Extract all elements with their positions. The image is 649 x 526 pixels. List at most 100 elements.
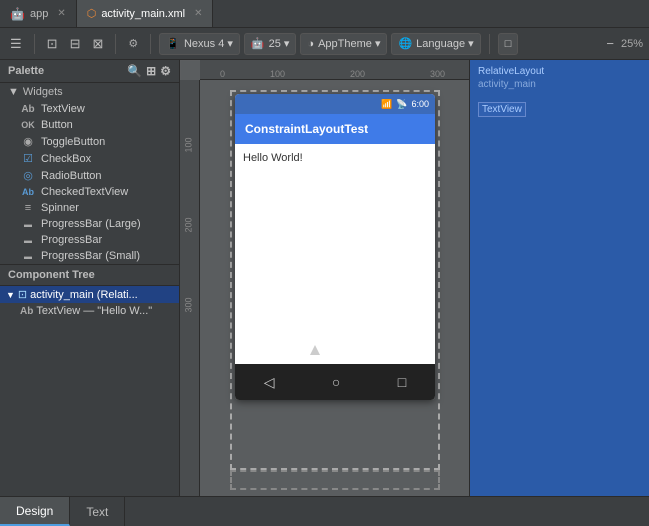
- nav-back-button[interactable]: ◁: [264, 374, 275, 391]
- nav-recent-button[interactable]: □: [398, 374, 406, 390]
- separator-1: [34, 34, 35, 54]
- palette-toggle-button[interactable]: ☰: [6, 34, 26, 54]
- palette-section-label: Widgets: [23, 86, 63, 98]
- main-layout: Palette 🔍 ⊞ ⚙ ▼ Widgets Ab TextView OK B…: [0, 60, 649, 496]
- palette-item-textview[interactable]: Ab TextView: [0, 101, 179, 117]
- palette-item-radiobutton[interactable]: ◎ RadioButton: [0, 167, 179, 184]
- inner-selection: [230, 470, 440, 490]
- palette-sort-icon[interactable]: ⊞: [146, 64, 156, 78]
- palette-item-checkedtextview[interactable]: Ab CheckedTextView: [0, 184, 179, 200]
- tab-text-label: Text: [86, 505, 108, 519]
- phone-mockup: 📶 📡 6:00 ConstraintLayoutTest Hello Worl…: [235, 94, 435, 400]
- device-dropdown[interactable]: 📱 Nexus 4 ▾: [159, 33, 240, 55]
- tab-design-label: Design: [16, 504, 53, 518]
- phone-icon: 📱: [166, 37, 180, 50]
- ruler-tick-left-200: 200: [184, 217, 194, 232]
- right-panel: RelativeLayout activity_main TextView: [469, 60, 649, 496]
- ruler-tick-left-100: 100: [184, 137, 194, 152]
- palette-item-progressbar-label: ProgressBar: [41, 234, 102, 246]
- palette-item-togglebutton[interactable]: ◉ ToggleButton: [0, 133, 179, 150]
- tree-item-activity-label: activity_main (Relati...: [30, 289, 138, 301]
- tab-text[interactable]: Text: [70, 497, 125, 526]
- tree-item-activity-main[interactable]: ▼ ⊡ activity_main (Relati...: [0, 286, 179, 303]
- tab-activity[interactable]: ⬡ activity_main.xml ✕: [77, 0, 214, 27]
- palette-item-checkbox[interactable]: ☑ CheckBox: [0, 150, 179, 167]
- api-dropdown[interactable]: 🤖 25 ▾: [244, 33, 297, 55]
- canvas-content[interactable]: 📶 📡 6:00 ConstraintLayoutTest Hello Worl…: [200, 80, 469, 496]
- screen-icon: □: [505, 38, 512, 50]
- tab-app-close[interactable]: ✕: [57, 8, 65, 19]
- theme-icon: ◑: [307, 38, 314, 50]
- api-label: 25 ▾: [269, 37, 290, 50]
- phone-status-bar: 📶 📡 6:00: [235, 94, 435, 114]
- layout-view-button-3[interactable]: ⊠: [88, 34, 107, 54]
- phone-app-title: ConstraintLayoutTest: [245, 122, 368, 136]
- palette-search-icon[interactable]: 🔍: [127, 64, 142, 78]
- separator-2: [115, 34, 116, 54]
- language-icon: 🌐: [398, 37, 412, 50]
- palette-item-textview-label: TextView: [41, 103, 85, 115]
- constraint-button[interactable]: ⚙: [124, 35, 142, 52]
- section-expand-icon: ▼: [8, 86, 19, 98]
- palette-item-checkedtextview-label: CheckedTextView: [41, 186, 128, 198]
- layout-view-button-1[interactable]: ⊡: [43, 34, 62, 54]
- language-label: Language ▾: [416, 37, 474, 50]
- expand-icon: ▼: [6, 290, 15, 300]
- progressbar-large-icon: ▬: [20, 220, 36, 229]
- checkedtextview-icon: Ab: [20, 187, 36, 197]
- ruler-tick-0: 0: [220, 69, 225, 79]
- component-tree-title: Component Tree: [8, 269, 95, 281]
- tab-activity-label: activity_main.xml: [101, 8, 185, 20]
- tab-app[interactable]: 🤖 app ✕: [0, 0, 77, 27]
- palette-header-icons: 🔍 ⊞ ⚙: [127, 64, 171, 78]
- palette-item-progressbar-large[interactable]: ▬ ProgressBar (Large): [0, 216, 179, 232]
- left-panel: Palette 🔍 ⊞ ⚙ ▼ Widgets Ab TextView OK B…: [0, 60, 180, 496]
- zoom-label: 25%: [621, 38, 643, 50]
- device-label: Nexus 4 ▾: [184, 37, 233, 50]
- canvas-area[interactable]: 0 100 200 300 100 200 300 📶 📡 6:00: [180, 60, 469, 496]
- ruler-tick-100: 100: [270, 69, 285, 79]
- palette-item-spinner[interactable]: ≡ Spinner: [0, 200, 179, 216]
- palette-header: Palette 🔍 ⊞ ⚙: [0, 60, 179, 83]
- palette-item-togglebutton-label: ToggleButton: [41, 136, 105, 148]
- tab-activity-close[interactable]: ✕: [194, 8, 202, 19]
- palette-item-button-label: Button: [41, 119, 73, 131]
- component-tree-header: Component Tree: [0, 264, 179, 286]
- progressbar-icon: ▬: [20, 236, 36, 245]
- palette-item-button[interactable]: OK Button: [0, 117, 179, 133]
- tab-bar: 🤖 app ✕ ⬡ activity_main.xml ✕: [0, 0, 649, 28]
- phone-hello-world: Hello World!: [243, 152, 303, 164]
- wifi-icon: 📶: [381, 99, 392, 110]
- nav-home-button[interactable]: ○: [332, 374, 340, 390]
- android-icon: 🤖: [10, 7, 25, 21]
- palette-item-radiobutton-label: RadioButton: [41, 170, 102, 182]
- language-dropdown[interactable]: 🌐 Language ▾: [391, 33, 480, 55]
- phone-app-bar: ConstraintLayoutTest: [235, 114, 435, 144]
- toolbar: ☰ ⊡ ⊟ ⊠ ⚙ 📱 Nexus 4 ▾ 🤖 25 ▾ ◑ AppTheme …: [0, 28, 649, 60]
- palette-title: Palette: [8, 65, 44, 77]
- bottom-tabs: Design Text: [0, 496, 649, 526]
- theme-dropdown[interactable]: ◑ AppTheme ▾: [300, 33, 387, 55]
- palette-item-checkbox-label: CheckBox: [41, 153, 91, 165]
- tree-item-textview-icon: Ab: [20, 306, 33, 317]
- phone-content[interactable]: Hello World!: [235, 144, 435, 364]
- tab-design[interactable]: Design: [0, 497, 70, 526]
- ruler-tick-left-300: 300: [184, 297, 194, 312]
- checkbox-icon: ☑: [20, 152, 36, 165]
- tree-item-textview[interactable]: Ab TextView — "Hello W...": [0, 303, 179, 319]
- button-icon: OK: [20, 120, 36, 130]
- palette-item-progressbar[interactable]: ▬ ProgressBar: [0, 232, 179, 248]
- screen-dropdown[interactable]: □: [498, 33, 519, 55]
- palette-item-progressbar-large-label: ProgressBar (Large): [41, 218, 141, 230]
- separator-3: [150, 34, 151, 54]
- layout-view-button-2[interactable]: ⊟: [66, 34, 85, 54]
- palette-settings-icon[interactable]: ⚙: [160, 64, 171, 78]
- theme-label: AppTheme ▾: [318, 37, 380, 50]
- ruler-left: 100 200 300: [180, 80, 200, 496]
- palette-item-spinner-label: Spinner: [41, 202, 79, 214]
- palette-item-progressbar-small[interactable]: ▬ ProgressBar (Small): [0, 248, 179, 264]
- zoom-minus-button[interactable]: −: [602, 34, 618, 53]
- blueprint-textview[interactable]: TextView: [478, 102, 526, 117]
- zoom-controls: − 25%: [602, 34, 643, 53]
- palette-item-progressbar-small-label: ProgressBar (Small): [41, 250, 140, 262]
